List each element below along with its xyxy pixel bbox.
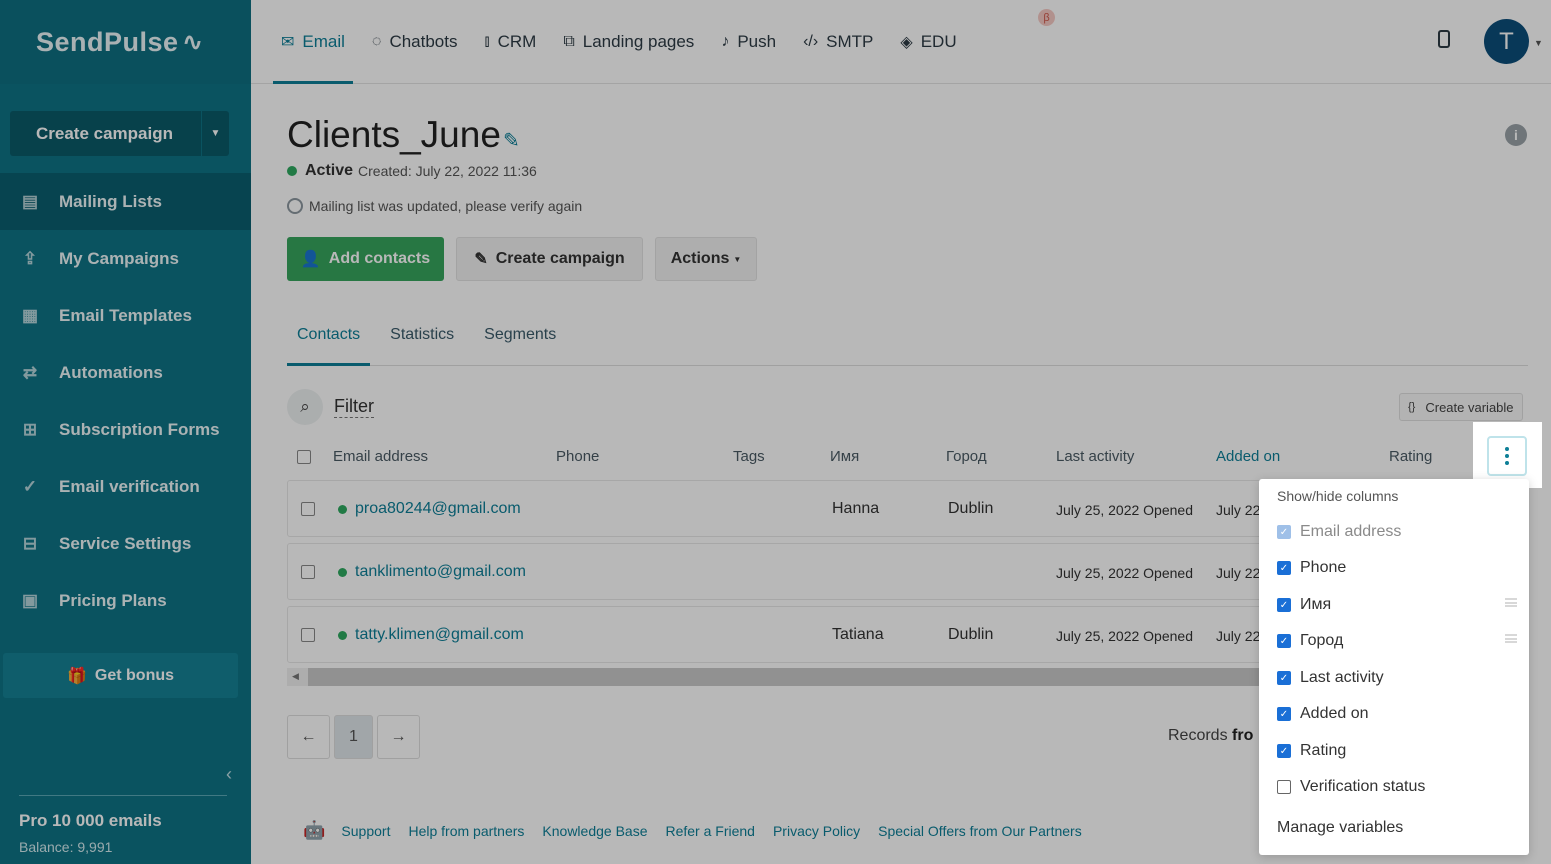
column-settings-kebab-button[interactable] <box>1487 436 1527 476</box>
manage-variables-link[interactable]: Manage variables <box>1277 819 1403 837</box>
column-toggle-label: Last activity <box>1300 669 1384 686</box>
drag-handle-icon[interactable] <box>1505 598 1517 607</box>
column-toggle-label: Added on <box>1300 705 1369 722</box>
checkbox-checked[interactable]: ✓ <box>1277 598 1291 612</box>
checkbox-checked[interactable]: ✓ <box>1277 707 1291 721</box>
dot <box>1505 461 1509 465</box>
column-toggle-verification-status[interactable]: Verification status <box>1277 776 1517 798</box>
column-toggle-label: Phone <box>1300 559 1347 576</box>
checkbox-checked[interactable]: ✓ <box>1277 744 1291 758</box>
column-toggle-added-on[interactable]: ✓ Added on <box>1277 703 1517 725</box>
checkbox-unchecked[interactable] <box>1277 780 1291 794</box>
show-hide-columns-dropdown: Show/hide columns ✓ Email address ✓ Phone … <box>1259 479 1529 855</box>
column-toggle-rating[interactable]: ✓ Rating <box>1277 740 1517 762</box>
column-toggle-label: Verification status <box>1300 778 1426 795</box>
column-toggle-label: Имя <box>1300 596 1332 613</box>
column-toggle-label: Город <box>1300 632 1344 649</box>
checkbox-checked[interactable]: ✓ <box>1277 671 1291 685</box>
column-toggle-city[interactable]: ✓ Город <box>1277 630 1517 652</box>
dropdown-title: Show/hide columns <box>1277 488 1399 504</box>
column-toggle-last-activity[interactable]: ✓ Last activity <box>1277 667 1517 689</box>
column-toggle-label: Rating <box>1300 742 1347 759</box>
column-toggle-label: Email address <box>1300 523 1402 540</box>
dot <box>1505 454 1509 458</box>
drag-handle-icon[interactable] <box>1505 634 1517 643</box>
column-toggle-name[interactable]: ✓ Имя <box>1277 594 1517 616</box>
checkbox-checked-disabled: ✓ <box>1277 525 1291 539</box>
dot <box>1505 447 1509 451</box>
column-toggle-email: ✓ Email address <box>1277 521 1517 543</box>
checkbox-checked[interactable]: ✓ <box>1277 561 1291 575</box>
column-toggle-phone[interactable]: ✓ Phone <box>1277 557 1517 579</box>
checkbox-checked[interactable]: ✓ <box>1277 634 1291 648</box>
